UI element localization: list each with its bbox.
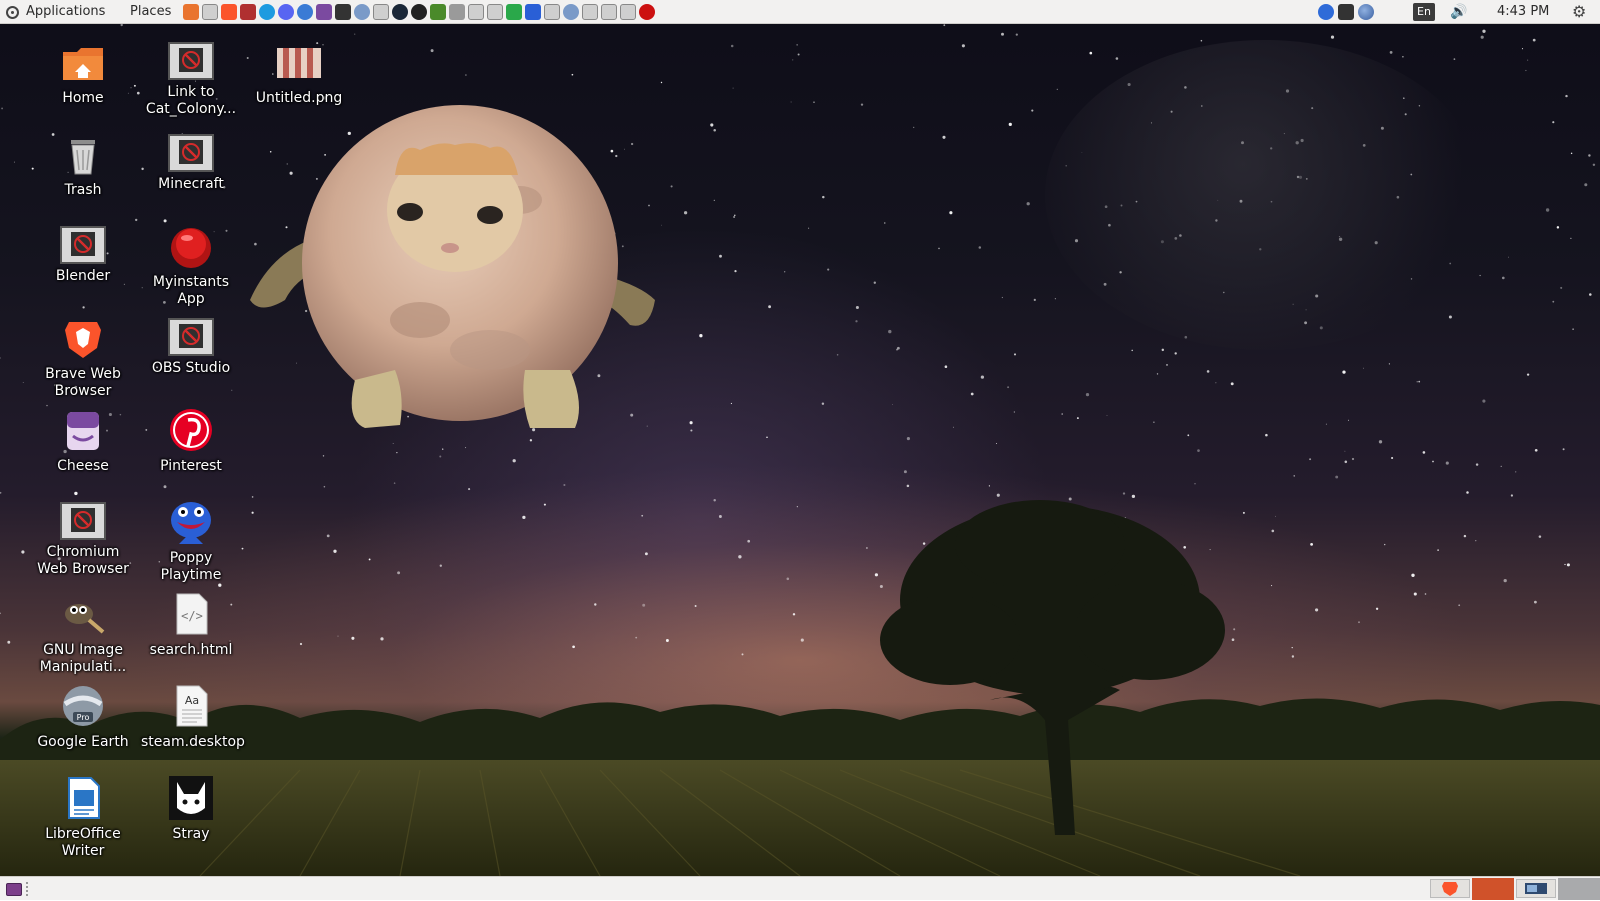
desktop-icon-pinterest[interactable]: Pinterest: [139, 396, 243, 475]
desktop: Home Trash Blender Brave Web Browser Che…: [0, 0, 1600, 900]
generic-app-icon[interactable]: [601, 4, 617, 20]
broken-launcher-icon: [60, 502, 106, 540]
circle-app-icon[interactable]: [411, 4, 427, 20]
workspace-2-active[interactable]: [1472, 878, 1514, 900]
flag-icon[interactable]: [525, 4, 541, 20]
brave-icon[interactable]: [221, 4, 237, 20]
chromium-icon[interactable]: [297, 4, 313, 20]
desktop-icon-minecraft[interactable]: Minecraft: [139, 120, 243, 193]
applications-menu-label: Applications: [26, 4, 106, 19]
globe-icon[interactable]: [563, 4, 579, 20]
keyboard-layout-indicator[interactable]: En: [1413, 3, 1435, 21]
red-record-icon[interactable]: [639, 4, 655, 20]
gimp-icon: [59, 590, 107, 638]
stray-cat-icon: [167, 774, 215, 822]
desktop-icon-gimp[interactable]: GNU Image Manipulati...: [31, 580, 135, 676]
trash-icon: [59, 130, 107, 178]
clock[interactable]: 4:43 PM: [1497, 0, 1549, 24]
cat-face-icon[interactable]: [335, 4, 351, 20]
green-app-icon[interactable]: [506, 4, 522, 20]
tray-globe-icon[interactable]: [1358, 4, 1374, 20]
generic-app-icon[interactable]: [373, 4, 389, 20]
panel-grip-handle[interactable]: [26, 882, 31, 896]
places-menu-label: Places: [130, 4, 172, 19]
cheese-icon: [59, 406, 107, 454]
volume-icon[interactable]: 🔊: [1450, 0, 1467, 24]
generic-app-icon[interactable]: [487, 4, 503, 20]
desktop-icon-blender[interactable]: Blender: [31, 212, 135, 285]
steam-icon[interactable]: [392, 4, 408, 20]
desktop-icon-brave[interactable]: Brave Web Browser: [31, 304, 135, 400]
desktop-icon-home[interactable]: Home: [31, 28, 135, 107]
desktop-icon-cheese[interactable]: Cheese: [31, 396, 135, 475]
hat-icon[interactable]: [449, 4, 465, 20]
show-desktop-icon[interactable]: [6, 883, 22, 896]
huggy-wuggy-icon: [167, 498, 215, 546]
brave-lion-icon: [59, 314, 107, 362]
broken-launcher-icon: [168, 134, 214, 172]
font-file-icon: Aa: [167, 682, 215, 730]
panel-launchers: [183, 4, 655, 20]
desktop-icon-untitled-png[interactable]: Untitled.png: [247, 28, 351, 107]
distro-logo-icon: [6, 5, 19, 19]
broken-launcher-icon: [168, 42, 214, 80]
image-thumbnail-icon: [275, 38, 323, 86]
skype-icon[interactable]: [259, 4, 275, 20]
red-button-icon: [167, 222, 215, 270]
writer-document-icon: [59, 774, 107, 822]
moon-cat-creature: [250, 105, 655, 428]
app-icon[interactable]: [240, 4, 256, 20]
svg-text:Pro: Pro: [77, 713, 90, 722]
broken-launcher-icon: [168, 318, 214, 356]
desktop-icon-cat-colony-link[interactable]: Link to Cat_Colony...: [139, 28, 243, 118]
desktop-icon-trash[interactable]: Trash: [31, 120, 135, 199]
pinterest-icon: [167, 406, 215, 454]
desktop-icon-chromium[interactable]: Chromium Web Browser: [31, 488, 135, 578]
generic-app-icon[interactable]: [202, 4, 218, 20]
desktop-icon-steam-desktop[interactable]: Aa steam.desktop: [139, 672, 245, 751]
desktop-icon-libreoffice-writer[interactable]: LibreOffice Writer: [31, 764, 135, 860]
workspace-4[interactable]: [1558, 878, 1600, 900]
generic-app-icon[interactable]: [468, 4, 484, 20]
html-file-icon: </>: [167, 590, 215, 638]
svg-text:</>: </>: [181, 609, 203, 623]
generic-app-icon[interactable]: [544, 4, 560, 20]
generic-app-icon[interactable]: [620, 4, 636, 20]
tray-blue-icon[interactable]: [1318, 4, 1334, 20]
places-menu[interactable]: Places: [130, 0, 171, 24]
bookmark-icon[interactable]: [316, 4, 332, 20]
desktop-icon-search-html[interactable]: </> search.html: [139, 580, 243, 659]
broken-launcher-icon: [60, 226, 106, 264]
tray-cat-icon[interactable]: [1338, 4, 1354, 20]
desktop-icon-stray[interactable]: Stray: [139, 764, 243, 843]
settings-gear-icon[interactable]: ⚙: [1572, 0, 1586, 24]
discord-icon[interactable]: [278, 4, 294, 20]
desktop-icon-myinstants[interactable]: Myinstants App: [139, 212, 243, 308]
generic-app-icon[interactable]: [582, 4, 598, 20]
bottom-panel: [0, 876, 1600, 900]
desktop-icon-poppy-playtime[interactable]: Poppy Playtime: [139, 488, 243, 584]
files-icon[interactable]: [183, 4, 199, 20]
minecraft-icon[interactable]: [430, 4, 446, 20]
globe-icon[interactable]: [354, 4, 370, 20]
desktop-icon-google-earth[interactable]: Pro Google Earth: [31, 672, 135, 751]
applications-menu[interactable]: Applications: [6, 0, 105, 24]
home-folder-icon: [59, 38, 107, 86]
svg-text:Aa: Aa: [185, 694, 199, 707]
top-panel: Applications Places En 🔊 4:43 PM ⚙: [0, 0, 1600, 24]
workspace-3-window-thumbnail-icon[interactable]: [1516, 879, 1556, 898]
google-earth-icon: Pro: [59, 682, 107, 730]
desktop-icon-obs-studio[interactable]: OBS Studio: [139, 304, 243, 377]
workspace-1-brave-window-icon[interactable]: [1430, 879, 1470, 898]
